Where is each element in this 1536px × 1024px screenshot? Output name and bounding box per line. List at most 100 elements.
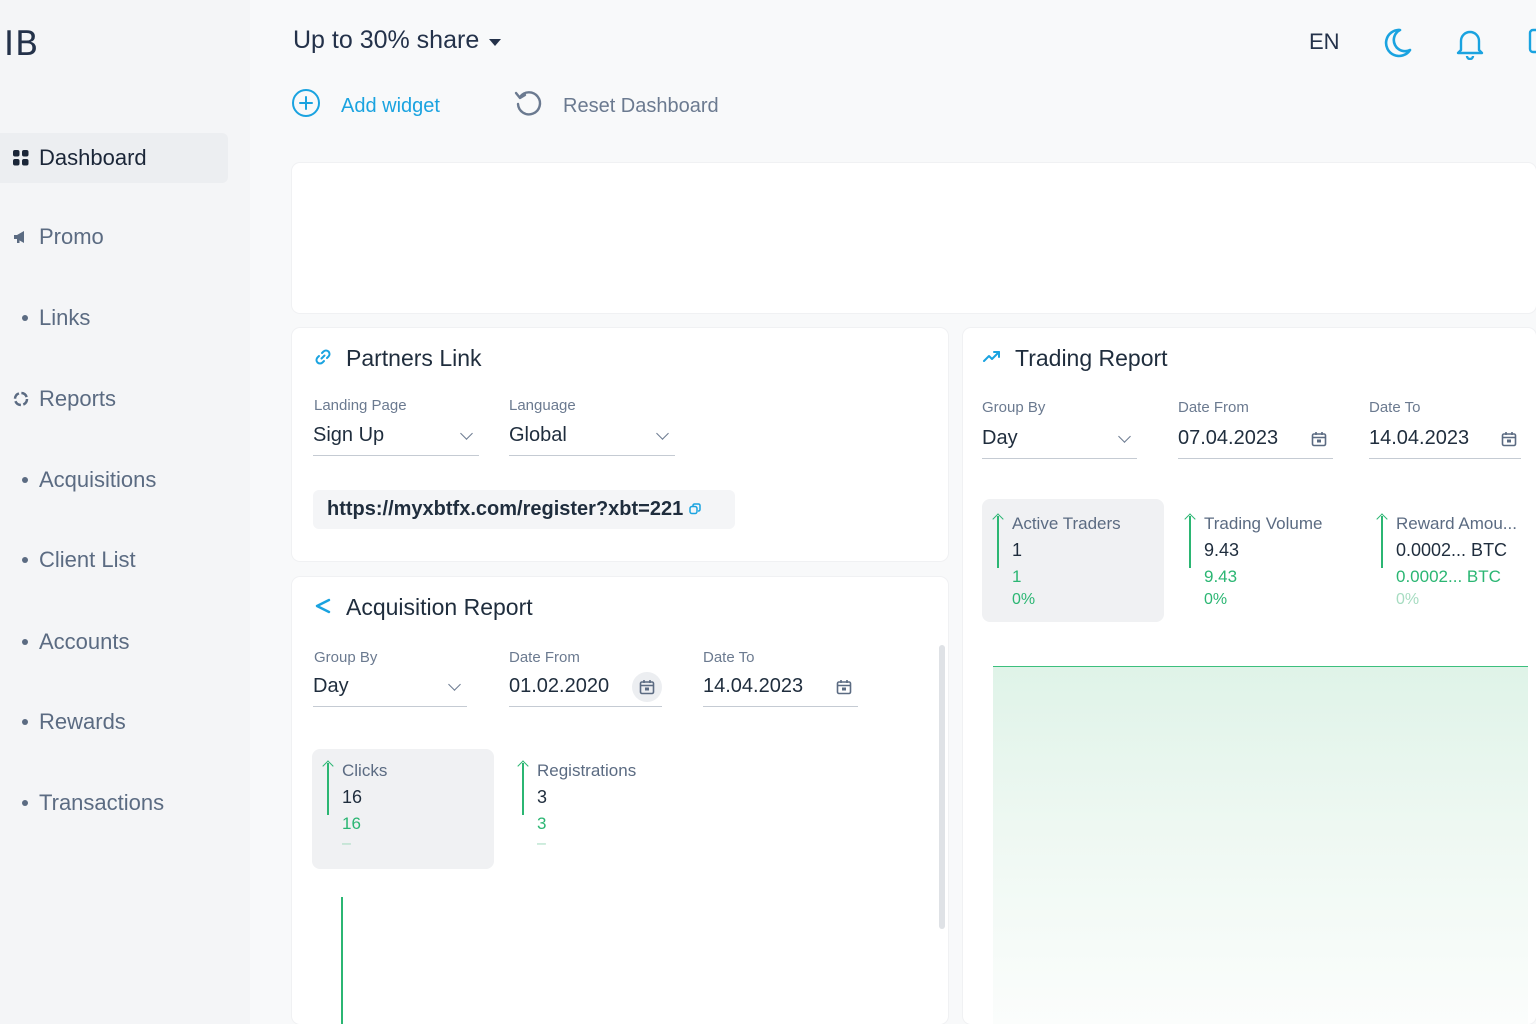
landing-page-select[interactable]: Sign Up: [313, 416, 479, 456]
caret-down-icon: [489, 39, 502, 46]
pie-chart-icon: [0, 391, 39, 407]
trading-group-by-select[interactable]: Day: [982, 419, 1137, 459]
sidebar-item-label: Promo: [39, 224, 104, 249]
stat-registrations[interactable]: Registrations 3 3 –: [507, 749, 689, 869]
sidebar-item-promo[interactable]: Promo: [0, 212, 228, 262]
stat-label: Registrations: [537, 761, 637, 780]
calendar-icon[interactable]: [836, 679, 852, 695]
group-by-value: Day: [982, 427, 1018, 449]
chevron-down-icon: [656, 427, 669, 440]
stat-label: Reward Amou...: [1396, 514, 1517, 533]
group-by-label: Group By: [982, 399, 1046, 416]
app-logo: IB: [4, 24, 40, 64]
reset-dashboard-button[interactable]: Reset Dashboard: [513, 88, 719, 124]
plus-circle-icon: [291, 88, 321, 124]
referral-link-box[interactable]: https://myxbtfx.com/register?xbt=221: [313, 490, 735, 529]
trend-bar: [997, 516, 999, 568]
stat-trading-volume[interactable]: Trading Volume 9.43 9.43 0%: [1174, 499, 1356, 622]
bullet-icon: [21, 800, 28, 806]
referral-url: https://myxbtfx.com/register?xbt=221: [327, 498, 684, 520]
sidebar-item-rewards[interactable]: Rewards: [0, 697, 228, 747]
date-to-value: 14.04.2023: [1369, 427, 1470, 449]
group-by-value: Day: [313, 675, 349, 697]
link-icon: [314, 345, 332, 372]
language-select[interactable]: Global: [509, 416, 675, 456]
stat-active-traders[interactable]: Active Traders 1 1 0%: [982, 499, 1164, 622]
card-scrollbar[interactable]: [939, 645, 945, 929]
stat-change: 0%: [1012, 591, 1036, 608]
trend-bar: [327, 763, 329, 815]
reset-icon: [513, 88, 543, 124]
stat-compare: 9.43: [1204, 567, 1238, 586]
sidebar-item-reports[interactable]: Reports: [0, 374, 228, 424]
date-from-label: Date From: [1178, 399, 1249, 416]
reset-dashboard-label: Reset Dashboard: [563, 94, 719, 117]
trading-date-to-input[interactable]: 14.04.2023: [1369, 419, 1521, 459]
date-from-value: 07.04.2023: [1178, 427, 1279, 449]
date-to-label: Date To: [1369, 399, 1421, 416]
sidebar-item-client-list[interactable]: Client List: [0, 535, 228, 585]
trend-bar: [1381, 516, 1383, 568]
trending-up-icon: [983, 345, 1001, 372]
sidebar-item-dashboard[interactable]: Dashboard: [0, 133, 228, 183]
stat-compare: 16: [342, 814, 361, 833]
date-from-value: 01.02.2020: [509, 675, 610, 697]
stat-compare: 1: [1012, 567, 1022, 586]
sidebar-item-acquisitions[interactable]: Acquisitions: [0, 455, 228, 505]
stat-clicks[interactable]: Clicks 16 16 –: [312, 749, 494, 869]
sidebar-item-label: Transactions: [39, 790, 165, 815]
megaphone-icon: [0, 230, 39, 244]
stat-label: Active Traders: [1012, 514, 1121, 533]
bell-icon[interactable]: [1453, 26, 1487, 65]
trading-area-chart: [993, 666, 1528, 1024]
calendar-icon[interactable]: [632, 671, 662, 702]
group-by-label: Group By: [314, 649, 378, 666]
acquisition-chart-line: [341, 897, 343, 1024]
share-selector-label: Up to 30% share: [293, 26, 480, 54]
sidebar-item-links[interactable]: Links: [0, 293, 228, 343]
sidebar-item-accounts[interactable]: Accounts: [0, 617, 228, 667]
stat-value: 9.43: [1204, 540, 1240, 560]
moon-icon[interactable]: [1380, 26, 1414, 65]
acq-date-to-input[interactable]: 14.04.2023: [703, 667, 858, 707]
stat-change: –: [537, 835, 546, 852]
bullet-icon: [21, 315, 28, 321]
sidebar-item-transactions[interactable]: Transactions: [0, 778, 228, 828]
acq-date-from-input[interactable]: 01.02.2020: [509, 667, 662, 707]
acq-group-by-select[interactable]: Day: [313, 667, 467, 707]
sidebar-item-label: Dashboard: [39, 145, 147, 170]
calendar-icon[interactable]: [1501, 431, 1517, 447]
copy-icon[interactable]: [689, 498, 701, 521]
sidebar-item-label: Acquisitions: [39, 467, 157, 492]
stat-reward-amount[interactable]: Reward Amou... 0.0002... BTC 0.0002... B…: [1366, 499, 1536, 622]
share-selector[interactable]: Up to 30% share: [293, 26, 502, 55]
trading-date-from-input[interactable]: 07.04.2023: [1178, 419, 1333, 459]
grid-icon: [0, 150, 39, 166]
stat-compare: 0.0002... BTC: [1396, 567, 1501, 586]
date-from-label: Date From: [509, 649, 580, 666]
language-switch[interactable]: EN: [1309, 29, 1340, 55]
stat-value: 1: [1012, 540, 1023, 560]
stat-value: 0.0002... BTC: [1396, 540, 1508, 560]
profile-icon[interactable]: [1526, 28, 1536, 56]
sidebar-item-label: Rewards: [39, 709, 126, 734]
trend-bar: [1189, 516, 1191, 568]
landing-page-value: Sign Up: [313, 424, 385, 446]
sidebar-item-label: Links: [39, 305, 91, 330]
partners-link-header: Partners Link: [314, 345, 482, 372]
empty-widget-card: [292, 163, 1536, 313]
stat-label: Trading Volume: [1204, 514, 1323, 533]
stat-value: 16: [342, 787, 363, 807]
stat-value: 3: [537, 787, 548, 807]
calendar-icon[interactable]: [1311, 431, 1327, 447]
sidebar-item-label: Client List: [39, 547, 136, 572]
stat-change: 0%: [1204, 591, 1228, 608]
add-widget-button[interactable]: Add widget: [291, 88, 440, 124]
sidebar-item-label: Reports: [39, 386, 117, 411]
bullet-icon: [21, 639, 28, 645]
add-widget-label: Add widget: [341, 94, 440, 117]
date-to-value: 14.04.2023: [703, 675, 804, 697]
stat-compare: 3: [537, 814, 547, 833]
share-icon: [314, 594, 332, 621]
trading-report-header: Trading Report: [983, 345, 1168, 372]
